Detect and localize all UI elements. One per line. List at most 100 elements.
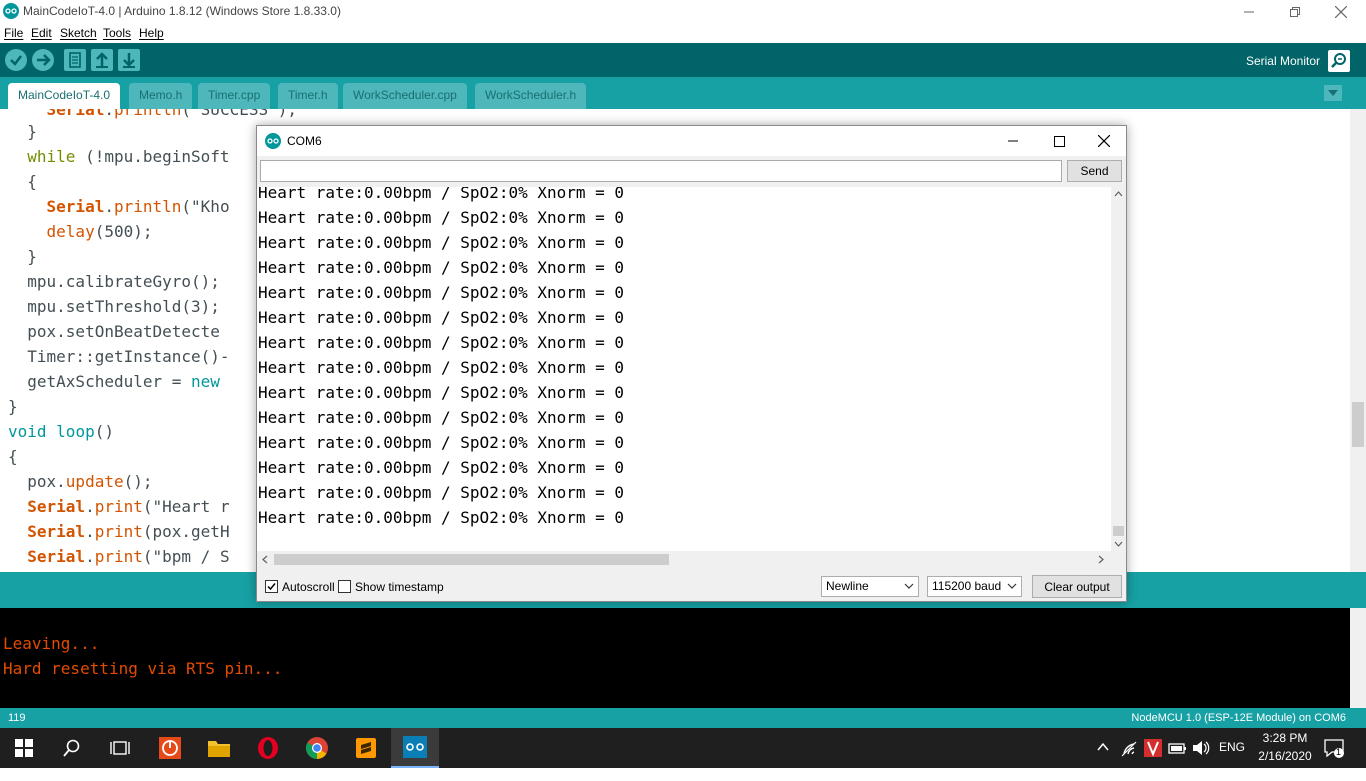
code-line: { <box>8 447 18 466</box>
code-line: Serial.println("SUCCESS"); <box>8 109 297 119</box>
arrow-down-icon <box>123 53 135 68</box>
serial-input-field[interactable] <box>260 160 1062 182</box>
tray-overflow-button[interactable] <box>1096 740 1110 780</box>
minimize-icon <box>1008 140 1018 142</box>
task-view-button[interactable] <box>96 728 144 768</box>
restore-button[interactable] <box>1272 0 1318 24</box>
taskbar-app-power[interactable] <box>146 728 194 768</box>
taskbar-app-arduino[interactable] <box>391 728 439 768</box>
save-sketch-button[interactable] <box>118 49 140 71</box>
folder-icon <box>208 741 230 757</box>
sm-close-button[interactable] <box>1082 126 1126 156</box>
new-sketch-button[interactable] <box>64 49 86 71</box>
tab-maincodeiot[interactable]: MainCodeIoT-4.0 <box>8 83 121 109</box>
taskbar: ENG 3:28 PM 2/16/2020 1 <box>0 728 1366 768</box>
tray-notifications[interactable]: 1 <box>1324 738 1344 778</box>
serial-output[interactable]: Heart rate:0.00bpm / SpO2:0% Xnorm = 0 H… <box>257 187 1111 551</box>
windows-logo-icon <box>15 739 33 757</box>
tab-workscheduler-h[interactable]: WorkScheduler.h <box>475 83 587 109</box>
line-ending-select[interactable]: Newline <box>821 576 919 597</box>
output-line: Heart rate:0.00bpm / SpO2:0% Xnorm = 0 <box>258 408 625 427</box>
checkmark-icon <box>267 583 276 591</box>
output-line: Heart rate:0.00bpm / SpO2:0% Xnorm = 0 <box>258 283 625 302</box>
sublime-icon <box>356 738 376 758</box>
autoscroll-checkbox[interactable] <box>265 580 278 593</box>
baud-rate-select[interactable]: 115200 baud <box>927 576 1022 597</box>
serial-monitor-label: Serial Monitor <box>1245 54 1320 68</box>
menu-sketch[interactable]: Sketch <box>60 26 97 40</box>
tab-timer-cpp[interactable]: Timer.cpp <box>198 83 271 109</box>
menu-file[interactable]: File <box>4 26 23 40</box>
speaker-icon <box>1193 741 1210 755</box>
code-line: Serial.println("Kho <box>46 197 230 216</box>
open-sketch-button[interactable] <box>91 49 113 71</box>
sm-minimize-button[interactable] <box>990 126 1036 156</box>
upload-button[interactable] <box>32 49 54 71</box>
editor-scrollbar[interactable] <box>1350 109 1366 572</box>
menu-tools[interactable]: Tools <box>103 26 131 40</box>
code-line: Serial.print("Heart r <box>27 497 230 516</box>
hscroll-thumb[interactable] <box>274 554 669 565</box>
search-button[interactable] <box>48 728 96 768</box>
tab-memo-h[interactable]: Memo.h <box>129 83 193 109</box>
autoscroll-label: Autoscroll <box>282 580 335 594</box>
taskbar-app-sublime[interactable] <box>342 728 390 768</box>
tray-app-v[interactable] <box>1144 739 1162 779</box>
timestamp-checkbox[interactable] <box>338 580 351 593</box>
close-button[interactable] <box>1318 0 1364 24</box>
menu-bar: File Edit Sketch Tools Help <box>0 24 1366 43</box>
minimize-button[interactable] <box>1226 0 1272 24</box>
baud-rate-value: 115200 baud <box>932 579 1002 593</box>
send-button[interactable]: Send <box>1067 160 1122 182</box>
magnifier-icon <box>1331 53 1346 68</box>
line-ending-value: Newline <box>826 579 869 593</box>
sm-maximize-button[interactable] <box>1036 126 1082 156</box>
menu-help[interactable]: Help <box>139 26 164 40</box>
notification-count: 1 <box>1336 747 1342 757</box>
editor-scroll-thumb[interactable] <box>1352 402 1364 447</box>
output-line: Heart rate:0.00bpm / SpO2:0% Xnorm = 0 <box>258 358 625 377</box>
start-button[interactable] <box>0 728 48 768</box>
code-line: void loop() <box>8 422 114 441</box>
chrome-icon <box>306 737 328 759</box>
output-line: Heart rate:0.00bpm / SpO2:0% Xnorm = 0 <box>258 187 625 202</box>
output-line: Heart rate:0.00bpm / SpO2:0% Xnorm = 0 <box>258 483 625 502</box>
code-line: mpu.setThreshold(3); <box>8 297 220 316</box>
menu-edit[interactable]: Edit <box>31 26 52 40</box>
tab-menu-button[interactable] <box>1324 85 1342 101</box>
tab-timer-h[interactable]: Timer.h <box>278 83 338 109</box>
taskbar-app-explorer[interactable] <box>195 728 243 768</box>
console-scrollbar[interactable] <box>1350 608 1366 708</box>
timestamp-label: Show timestamp <box>355 580 444 594</box>
clear-output-button[interactable]: Clear output <box>1032 575 1122 598</box>
arrow-up-icon <box>96 52 108 68</box>
arduino-logo-icon <box>265 133 281 149</box>
console-line: Hard resetting via RTS pin... <box>3 659 283 678</box>
output-horizontal-scrollbar[interactable] <box>257 551 1111 568</box>
output-line: Heart rate:0.00bpm / SpO2:0% Xnorm = 0 <box>258 308 625 327</box>
power-app-icon <box>159 737 181 759</box>
tray-volume[interactable] <box>1192 740 1210 780</box>
code-line: } <box>8 122 37 141</box>
close-icon <box>1335 6 1347 18</box>
tray-clock[interactable]: 3:28 PM 2/16/2020 <box>1256 731 1314 771</box>
output-vertical-scrollbar[interactable] <box>1111 187 1126 551</box>
verify-button[interactable] <box>5 49 27 71</box>
chevron-down-icon <box>1007 583 1017 589</box>
code-line: mpu.calibrateGyro(); <box>8 272 220 291</box>
tray-network[interactable] <box>1121 741 1139 781</box>
tab-workscheduler-cpp[interactable]: WorkScheduler.cpp <box>343 83 467 109</box>
checkmark-icon <box>10 55 22 66</box>
serial-monitor-controls: Autoscroll Show timestamp Newline 115200… <box>257 570 1126 601</box>
code-line: while (!mpu.beginSoft <box>27 147 230 166</box>
code-line: delay(500); <box>46 222 153 241</box>
serial-monitor-button[interactable] <box>1328 50 1350 72</box>
serial-monitor-titlebar: COM6 <box>257 126 1126 156</box>
tray-battery[interactable] <box>1168 741 1188 781</box>
window-title: MainCodeIoT-4.0 | Arduino 1.8.12 (Window… <box>23 4 341 18</box>
tray-language[interactable]: ENG <box>1219 740 1245 780</box>
taskbar-app-chrome[interactable] <box>293 728 341 768</box>
arrow-right-icon <box>37 54 51 66</box>
serial-monitor-window: COM6 Send Heart rate:0.00bpm / SpO2:0% X… <box>256 125 1127 602</box>
taskbar-app-opera[interactable] <box>244 728 292 768</box>
